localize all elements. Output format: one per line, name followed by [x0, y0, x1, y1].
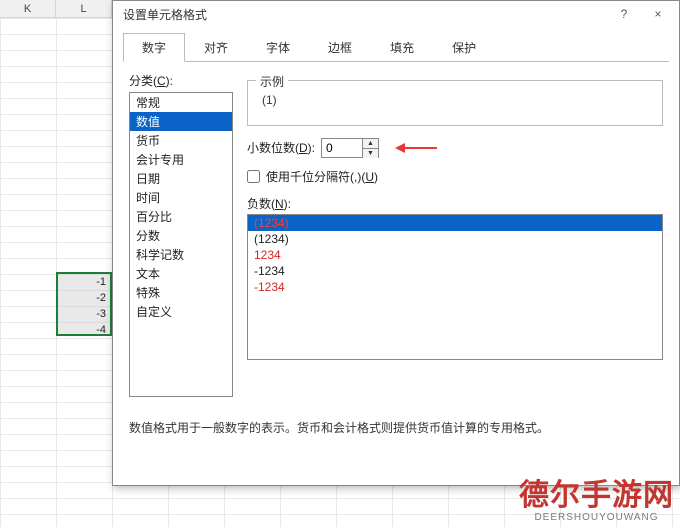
dialog-title: 设置单元格格式 [123, 6, 607, 23]
negative-format-listbox[interactable]: (1234)(1234)1234-1234-1234 [247, 214, 663, 360]
decimal-places-input[interactable] [322, 139, 362, 157]
close-button[interactable]: × [641, 2, 675, 26]
cell-value: -1 [58, 274, 110, 290]
tab-5[interactable]: 保护 [433, 33, 495, 62]
dialog-titlebar[interactable]: 设置单元格格式 ? × [113, 1, 679, 27]
decimal-places-label: 小数位数(D): [247, 139, 315, 156]
sample-value: (1) [258, 93, 652, 107]
sample-title: 示例 [256, 73, 288, 90]
category-item[interactable]: 特殊 [130, 283, 232, 302]
cell-value: -3 [58, 306, 110, 322]
format-cells-dialog: 设置单元格格式 ? × 数字对齐字体边框填充保护 分类(C): 常规数值货币会计… [112, 0, 680, 486]
category-item[interactable]: 百分比 [130, 207, 232, 226]
category-item[interactable]: 数值 [130, 112, 232, 131]
negative-numbers-label: 负数(N): [247, 195, 663, 212]
category-item[interactable]: 科学记数 [130, 245, 232, 264]
category-item[interactable]: 会计专用 [130, 150, 232, 169]
selected-cells[interactable]: -1 -2 -3 -4 [56, 272, 112, 336]
negative-format-item[interactable]: -1234 [248, 279, 662, 295]
help-button[interactable]: ? [607, 2, 641, 26]
cell-value: -2 [58, 290, 110, 306]
category-item[interactable]: 自定义 [130, 302, 232, 321]
negative-format-item[interactable]: (1234) [248, 215, 662, 231]
format-description: 数值格式用于一般数字的表示。货币和会计格式则提供货币值计算的专用格式。 [129, 419, 663, 436]
tab-1[interactable]: 对齐 [185, 33, 247, 62]
tab-strip: 数字对齐字体边框填充保护 [123, 33, 669, 62]
tab-4[interactable]: 填充 [371, 33, 433, 62]
column-header-L[interactable]: L [56, 0, 112, 17]
thousands-separator-row[interactable]: 使用千位分隔符(,)(U) [247, 168, 663, 185]
negative-format-item[interactable]: -1234 [248, 263, 662, 279]
sample-groupbox: 示例 (1) [247, 80, 663, 126]
spin-down-button[interactable]: ▼ [363, 149, 378, 158]
category-item[interactable]: 日期 [130, 169, 232, 188]
column-header-K[interactable]: K [0, 0, 56, 17]
spin-up-button[interactable]: ▲ [363, 139, 378, 149]
decimal-places-spinner[interactable]: ▲ ▼ [321, 138, 379, 158]
watermark-chinese: 德尔手游网 [519, 470, 674, 514]
negative-format-item[interactable]: 1234 [248, 247, 662, 263]
category-item[interactable]: 货币 [130, 131, 232, 150]
negative-format-item[interactable]: (1234) [248, 231, 662, 247]
tab-0[interactable]: 数字 [123, 33, 185, 62]
thousands-separator-checkbox[interactable] [247, 170, 260, 183]
watermark-logo: 德尔手游网 DEERSHOUYOUWANG [519, 470, 674, 523]
tab-3[interactable]: 边框 [309, 33, 371, 62]
watermark-english: DEERSHOUYOUWANG [534, 512, 658, 523]
category-item[interactable]: 分数 [130, 226, 232, 245]
category-item[interactable]: 文本 [130, 264, 232, 283]
category-item[interactable]: 常规 [130, 93, 232, 112]
category-item[interactable]: 时间 [130, 188, 232, 207]
thousands-separator-label: 使用千位分隔符(,)(U) [266, 168, 378, 185]
category-listbox[interactable]: 常规数值货币会计专用日期时间百分比分数科学记数文本特殊自定义 [129, 92, 233, 397]
cell-value: -4 [58, 322, 110, 338]
annotation-arrow-icon [395, 144, 437, 154]
tab-2[interactable]: 字体 [247, 33, 309, 62]
